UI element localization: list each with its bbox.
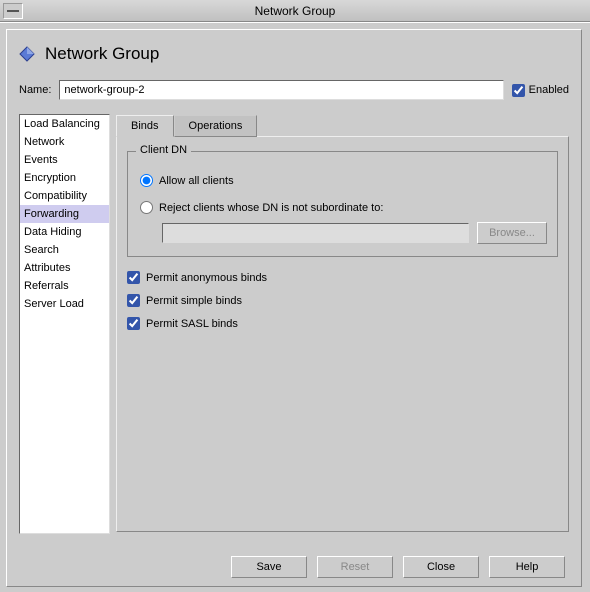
- permit-anonymous-checkbox[interactable]: [127, 271, 140, 284]
- permit-anonymous-label: Permit anonymous binds: [146, 272, 267, 284]
- permit-simple-label: Permit simple binds: [146, 295, 242, 307]
- window-title: Network Group: [0, 4, 590, 18]
- category-sidebar[interactable]: Load BalancingNetworkEventsEncryptionCom…: [19, 114, 110, 534]
- allow-all-label: Allow all clients: [159, 175, 234, 187]
- allow-all-radio-row[interactable]: Allow all clients: [140, 174, 545, 187]
- sidebar-item[interactable]: Network: [20, 133, 109, 151]
- sidebar-item[interactable]: Forwarding: [20, 205, 109, 223]
- client-dn-fieldset: Client DN Allow all clients Reject clien…: [127, 151, 558, 257]
- client-dn-legend: Client DN: [136, 144, 191, 156]
- sidebar-item[interactable]: Referrals: [20, 277, 109, 295]
- sidebar-item[interactable]: Server Load: [20, 295, 109, 313]
- sidebar-item[interactable]: Events: [20, 151, 109, 169]
- permit-sasl-checkbox[interactable]: [127, 317, 140, 330]
- dialog-button-bar: Save Reset Close Help: [231, 556, 565, 578]
- page-title: Network Group: [45, 44, 159, 64]
- close-button[interactable]: Close: [403, 556, 479, 578]
- browse-button: Browse...: [477, 222, 547, 244]
- sidebar-item[interactable]: Load Balancing: [20, 115, 109, 133]
- reject-radio[interactable]: [140, 201, 153, 214]
- sidebar-item[interactable]: Search: [20, 241, 109, 259]
- permit-simple-checkbox[interactable]: [127, 294, 140, 307]
- name-label: Name:: [19, 84, 51, 96]
- sidebar-item[interactable]: Attributes: [20, 259, 109, 277]
- tab[interactable]: Operations: [174, 115, 258, 137]
- reject-label: Reject clients whose DN is not subordina…: [159, 202, 383, 214]
- header-icon: [19, 46, 35, 62]
- window-titlebar: Network Group: [0, 0, 590, 22]
- help-button[interactable]: Help: [489, 556, 565, 578]
- tab-panel-binds: Client DN Allow all clients Reject clien…: [116, 136, 569, 532]
- permit-anonymous-row[interactable]: Permit anonymous binds: [127, 271, 558, 284]
- enabled-label: Enabled: [529, 84, 569, 96]
- reject-radio-row[interactable]: Reject clients whose DN is not subordina…: [140, 201, 545, 214]
- page-header: Network Group: [19, 44, 569, 64]
- reset-button: Reset: [317, 556, 393, 578]
- tab-strip: BindsOperations: [116, 115, 569, 137]
- permit-simple-row[interactable]: Permit simple binds: [127, 294, 558, 307]
- allow-all-radio[interactable]: [140, 174, 153, 187]
- save-button[interactable]: Save: [231, 556, 307, 578]
- sidebar-item[interactable]: Encryption: [20, 169, 109, 187]
- tab[interactable]: Binds: [116, 115, 174, 137]
- sidebar-item[interactable]: Data Hiding: [20, 223, 109, 241]
- enabled-checkbox-wrap[interactable]: Enabled: [512, 84, 569, 97]
- enabled-checkbox[interactable]: [512, 84, 525, 97]
- dn-input: [162, 223, 469, 243]
- permit-sasl-row[interactable]: Permit SASL binds: [127, 317, 558, 330]
- sidebar-item[interactable]: Compatibility: [20, 187, 109, 205]
- permit-sasl-label: Permit SASL binds: [146, 318, 238, 330]
- name-input[interactable]: [59, 80, 503, 100]
